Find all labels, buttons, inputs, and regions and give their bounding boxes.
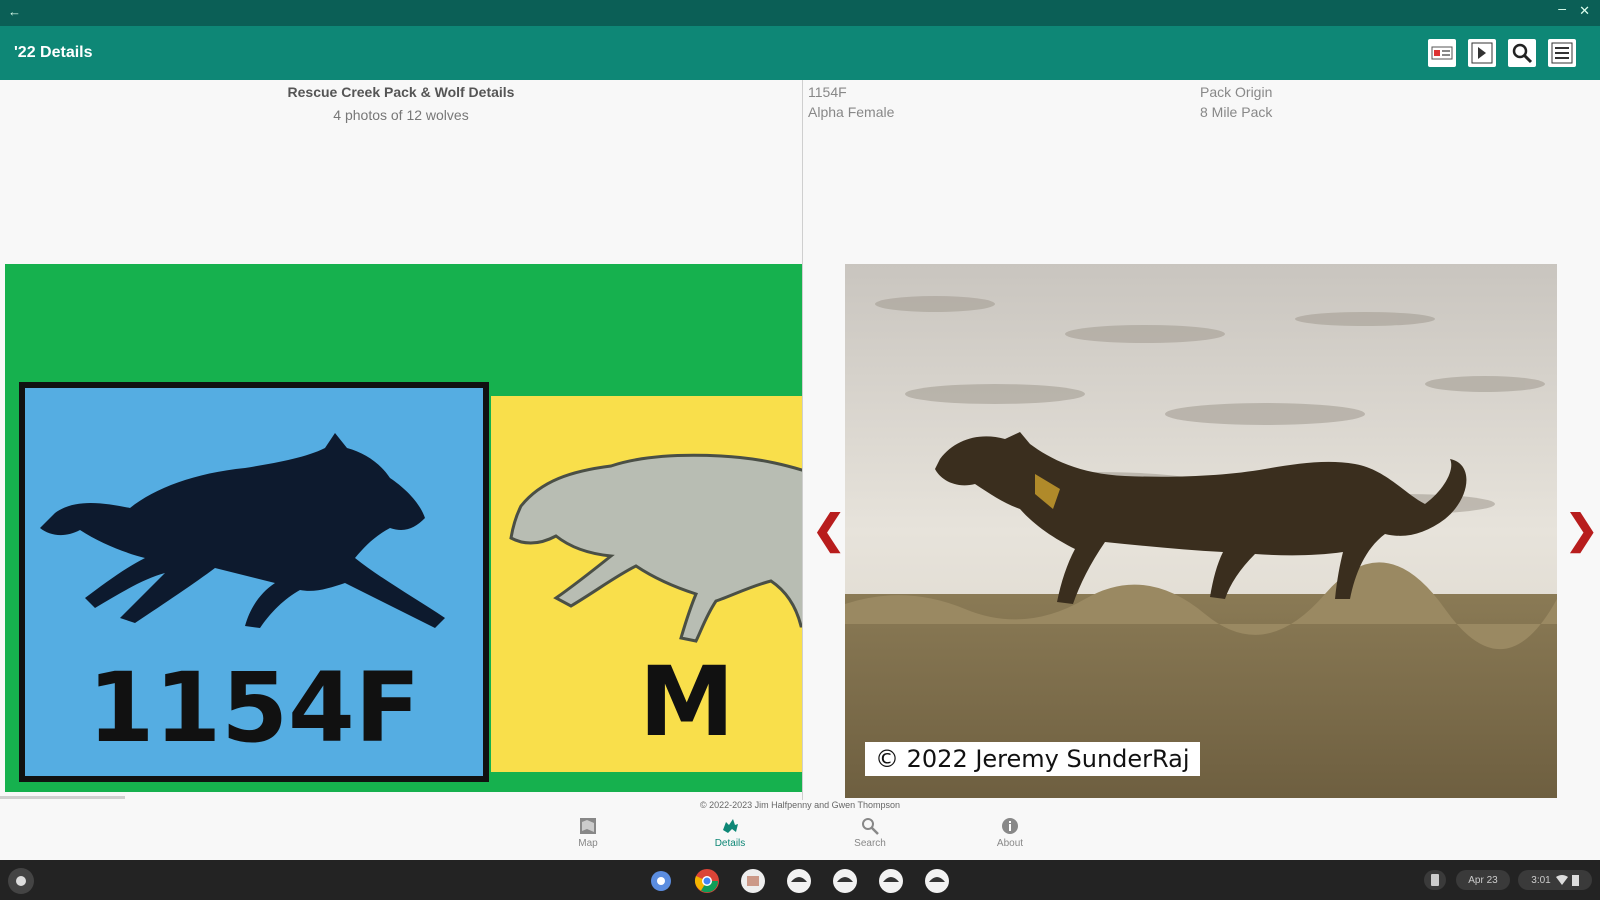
app-icon-4[interactable] — [924, 868, 950, 894]
battery-icon — [1571, 875, 1579, 886]
app-icon-2[interactable] — [832, 868, 858, 894]
nav-about[interactable]: About — [970, 816, 1050, 849]
next-photo-arrow-icon[interactable]: ❯ — [1565, 510, 1599, 550]
chrome-icon[interactable] — [694, 868, 720, 894]
wolf-tile-strip: 1154F M — [5, 264, 802, 792]
phone-hub-icon[interactable] — [1424, 870, 1446, 890]
nav-label: Details — [714, 838, 746, 849]
wolf-photo-image — [845, 264, 1557, 798]
previous-photo-arrow-icon[interactable]: ❮ — [812, 510, 846, 550]
gear-icon — [651, 871, 671, 891]
pack-view-button[interactable] — [1428, 39, 1456, 67]
wifi-icon — [1555, 875, 1568, 885]
app-circle-icon — [879, 869, 903, 893]
wolf-app-icon[interactable] — [740, 868, 766, 894]
wolf-tile-label: 1154F — [87, 652, 421, 764]
horizontal-scrollbar[interactable] — [0, 796, 125, 799]
wolf-tile-m[interactable]: M — [491, 396, 802, 772]
pack-icon — [1431, 46, 1453, 60]
photo-credit: © 2022 Jeremy SunderRaj — [865, 742, 1200, 776]
app-circle-icon — [833, 869, 857, 893]
nav-details[interactable]: Details — [690, 816, 770, 849]
wolf-icon — [723, 819, 738, 833]
wolf-photo[interactable]: © 2022 Jeremy SunderRaj — [845, 264, 1557, 798]
pack-heading: Rescue Creek Pack & Wolf Details — [287, 84, 515, 100]
panel-divider — [802, 80, 803, 800]
phone-icon — [1431, 874, 1439, 886]
pack-origin-value: 8 Mile Pack — [1200, 104, 1273, 120]
play-button[interactable] — [1468, 39, 1496, 67]
app-icon-3[interactable] — [878, 868, 904, 894]
search-icon — [862, 818, 879, 835]
app-bar: '22 Details — [0, 26, 1600, 80]
pack-origin-label: Pack Origin — [1200, 84, 1273, 100]
app-circle-icon — [925, 869, 949, 893]
settings-icon[interactable] — [648, 868, 674, 894]
wolf-role: Alpha Female — [808, 104, 895, 120]
pack-subheading: 4 photos of 12 wolves — [333, 107, 469, 123]
launcher-dot-icon — [16, 876, 26, 886]
wolf-tile-label: M — [639, 646, 735, 758]
info-icon — [1002, 818, 1018, 834]
wolf-id: 1154F — [808, 84, 847, 100]
gray-wolf-image — [509, 453, 802, 643]
nav-label: Map — [578, 838, 598, 849]
running-wolf-silhouette — [40, 433, 445, 628]
magnifier-icon — [1512, 43, 1533, 64]
close-icon[interactable]: ✕ — [1579, 3, 1590, 19]
clock: 3:01 — [1531, 874, 1551, 886]
minimize-icon[interactable]: – — [1558, 0, 1566, 16]
wolf-app-logo-icon — [741, 869, 765, 893]
date-tray[interactable]: Apr 23 — [1456, 870, 1510, 890]
bottom-navigation: Map Details Search About — [0, 812, 1600, 860]
list-view-button[interactable] — [1548, 39, 1576, 67]
chrome-logo-icon — [694, 869, 719, 893]
zoom-button[interactable] — [1508, 39, 1536, 67]
pack-header: Rescue Creek Pack & Wolf Details 4 photo… — [0, 84, 802, 123]
copyright-notice: © 2022-2023 Jim Halfpenny and Gwen Thomp… — [699, 800, 901, 810]
back-arrow-icon[interactable]: ← — [8, 4, 21, 19]
wolf-tile-1154f[interactable]: 1154F — [19, 382, 489, 782]
app-icon-1[interactable] — [786, 868, 812, 894]
nav-map[interactable]: Map — [548, 816, 628, 849]
nav-label: About — [996, 838, 1024, 849]
app-circle-icon — [787, 869, 811, 893]
list-icon — [1551, 42, 1573, 64]
nav-search[interactable]: Search — [830, 816, 910, 849]
play-icon — [1471, 42, 1493, 64]
window-titlebar: ← – ✕ — [0, 0, 1600, 26]
status-tray[interactable]: 3:01 — [1518, 870, 1592, 890]
os-shelf: Apr 23 3:01 — [0, 860, 1600, 900]
launcher-icon[interactable] — [8, 868, 34, 894]
app-title: '22 Details — [14, 44, 93, 61]
map-icon — [580, 818, 596, 834]
nav-label: Search — [854, 838, 886, 849]
